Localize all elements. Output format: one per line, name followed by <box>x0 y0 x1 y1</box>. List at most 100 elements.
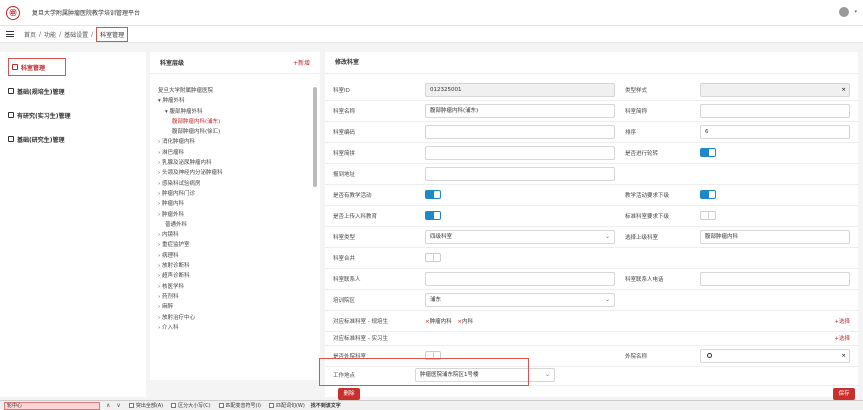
teaching-activity-toggle[interactable] <box>425 190 441 199</box>
select-std-dept-resident-button[interactable]: +选择 <box>834 317 850 325</box>
tree-node[interactable]: › 肿瘤外科 <box>158 210 320 220</box>
std-dept-resident-tags: ×肿瘤内科 ×内科 <box>425 317 477 325</box>
contact-phone-label: 科室联系人电话 <box>625 277 664 283</box>
delete-button[interactable]: 删除 <box>338 388 360 400</box>
sidebar-item-graduate-management[interactable]: 基础(研究生)管理 <box>8 130 140 148</box>
contact-input[interactable] <box>425 272 615 286</box>
sidebar-item-label: 基础(研究生)管理 <box>17 136 65 144</box>
tree-node[interactable]: › 超声诊断科 <box>158 271 320 281</box>
tree-node[interactable]: › 肿瘤内科 <box>158 199 320 209</box>
tree-node[interactable]: 腹部肿瘤内科(浦东) <box>158 117 320 127</box>
dept-category-label: 科室类型 <box>333 235 356 241</box>
report-address-label: 报到地址 <box>333 172 356 178</box>
breadcrumb-home[interactable]: 首页 <box>24 30 36 39</box>
tree-node[interactable]: › 淋巴瘤科 <box>158 148 320 158</box>
parent-dept-input[interactable]: 腹部肿瘤内科 <box>700 230 850 244</box>
sidebar-item-label: 基础(规培生)管理 <box>17 88 65 96</box>
chevron-down-icon[interactable]: ▾ <box>854 9 857 15</box>
external-dept-toggle[interactable] <box>425 351 441 360</box>
dept-short-input[interactable] <box>700 104 850 118</box>
dept-tree-panel: 科室层级 +新增 复旦大学附属肿瘤医院 ▾ 肿瘤外科 ▾ 腹部肿瘤外科 腹部肿瘤内科(… <box>150 52 320 380</box>
tree-node[interactable]: › 核医学科 <box>158 282 320 292</box>
teaching-lower-toggle[interactable] <box>700 190 716 199</box>
external-dept-label: 是否外院科室 <box>333 354 367 360</box>
breadcrumb-function[interactable]: 功能 <box>44 30 56 39</box>
tree-node[interactable]: › 放射治疗中心 <box>158 313 320 323</box>
tree-node[interactable]: › 头颈及神经内分泌肿瘤科 <box>158 168 320 178</box>
form-row: 科室名称 腹部肿瘤内科(浦东) 科室简称 <box>325 101 858 122</box>
tree-scrollbar[interactable] <box>313 87 317 187</box>
dept-abbr-label: 科室简拼 <box>333 151 356 157</box>
tree-node[interactable]: › 消化肿瘤内科 <box>158 137 320 147</box>
dept-category-value: 四级科室 <box>430 234 453 240</box>
dept-id-field: 012325001 <box>425 83 615 97</box>
find-option-whole-word[interactable]: 匹配词句(W) <box>268 402 305 409</box>
sidebar-item-label: 科室管理 <box>21 64 46 72</box>
std-lower-toggle[interactable] <box>700 211 716 220</box>
workplace-select[interactable]: 肿瘤医院浦东院区1号楼 ⌄ <box>415 368 555 382</box>
report-address-input[interactable] <box>425 167 615 181</box>
sort-input[interactable]: 6 <box>700 125 850 139</box>
find-input[interactable]: 轮中心 <box>4 401 100 410</box>
close-icon[interactable]: × <box>841 350 846 362</box>
form-title: 修改科室 <box>325 52 858 74</box>
form-row: 科室联系人 科室联系人电话 <box>325 269 858 290</box>
edit-dept-form: 修改科室 科室ID 012325001 类型样式 × 科室名称 腹部肿瘤内科(浦… <box>325 52 858 397</box>
tree-node[interactable]: › 重症监护室 <box>158 240 320 250</box>
sidebar-item-resident-management[interactable]: 基础(规培生)管理 <box>8 82 140 100</box>
tree-node[interactable]: › 病理科 <box>158 251 320 261</box>
checkbox[interactable] <box>268 403 274 408</box>
rotation-toggle[interactable] <box>700 148 716 157</box>
find-option-diacritics[interactable]: 匹配变音符号(I) <box>218 402 261 409</box>
tree-node[interactable]: ▾ 腹部肿瘤外科 <box>158 107 320 117</box>
tree-node[interactable]: 普通外科 <box>158 220 320 230</box>
tree-node[interactable]: › 感染科试验病房 <box>158 179 320 189</box>
tag-item[interactable]: ×肿瘤内科 <box>425 319 452 325</box>
sidebar-item-intern-management[interactable]: 有研究(实习生)管理 <box>8 106 140 124</box>
user-avatar[interactable] <box>839 7 849 17</box>
tree-node[interactable]: › 麻醉 <box>158 302 320 312</box>
checkbox[interactable] <box>171 403 177 408</box>
tag-item[interactable]: ×内科 <box>457 319 473 325</box>
tree-node[interactable]: › 放射诊断科 <box>158 261 320 271</box>
chevron-up-icon[interactable]: ∧ <box>106 402 110 409</box>
tree-node[interactable]: ▾ 肿瘤外科 <box>158 96 320 106</box>
find-option-case[interactable]: 区分大小写(C) <box>171 402 211 409</box>
tree-node[interactable]: › 乳腺及泌尿肿瘤内科 <box>158 158 320 168</box>
form-row: 工作地点 肿瘤医院浦东院区1号楼 ⌄ <box>325 365 858 386</box>
sidebar-item-dept-management[interactable]: 科室管理 <box>8 58 66 76</box>
upload-education-toggle[interactable] <box>425 211 441 220</box>
breadcrumb-basic-settings[interactable]: 基础设置 <box>64 30 88 39</box>
breadcrumb-current: 科室管理 <box>96 26 129 42</box>
close-icon[interactable]: × <box>841 84 846 96</box>
chevron-down-icon[interactable]: ∨ <box>116 402 120 409</box>
tree-node[interactable]: › 介入科 <box>158 323 320 333</box>
tree-node[interactable]: 腹部肿瘤内科(徐汇) <box>158 127 320 137</box>
monitor-icon <box>8 88 14 94</box>
hamburger-menu-icon[interactable] <box>6 31 14 37</box>
dept-name-input[interactable]: 腹部肿瘤内科(浦东) <box>425 104 615 118</box>
breadcrumb-bar: 首页 / 功能 / 基础设置 / 科室管理 <box>0 26 863 43</box>
dept-category-select[interactable]: 四级科室 ⌄ <box>425 230 615 244</box>
tree-node[interactable]: › 肿瘤内科门诊 <box>158 189 320 199</box>
dept-merge-label: 科室合并 <box>333 256 356 262</box>
checkbox[interactable] <box>218 403 224 408</box>
external-name-input[interactable]: × <box>700 349 850 363</box>
contact-phone-input[interactable] <box>700 272 850 286</box>
save-button[interactable]: 保存 <box>833 388 855 400</box>
tree-node[interactable]: › 内镜科 <box>158 230 320 240</box>
dept-abbr-input[interactable] <box>425 146 615 160</box>
tree-node[interactable]: › 药剂科 <box>158 292 320 302</box>
form-row: 对应标准科室 - 规培生 ×肿瘤内科 ×内科 +选择 <box>325 311 858 332</box>
chevron-down-icon: ⌄ <box>604 296 610 303</box>
select-std-dept-intern-button[interactable]: +选择 <box>834 334 850 342</box>
dept-code-input[interactable] <box>425 125 615 139</box>
teaching-activity-label: 是否有教学活动 <box>333 193 372 199</box>
checkbox[interactable] <box>128 403 134 408</box>
dept-type-field[interactable]: × <box>700 83 850 97</box>
tree-node[interactable]: 复旦大学附属肿瘤医院 <box>158 86 320 96</box>
dept-merge-toggle[interactable] <box>425 253 441 262</box>
campus-select[interactable]: 浦东 ⌄ <box>425 293 615 307</box>
add-dept-button[interactable]: +新增 <box>293 58 310 67</box>
find-option-highlight[interactable]: 突出全部(A) <box>128 402 163 409</box>
